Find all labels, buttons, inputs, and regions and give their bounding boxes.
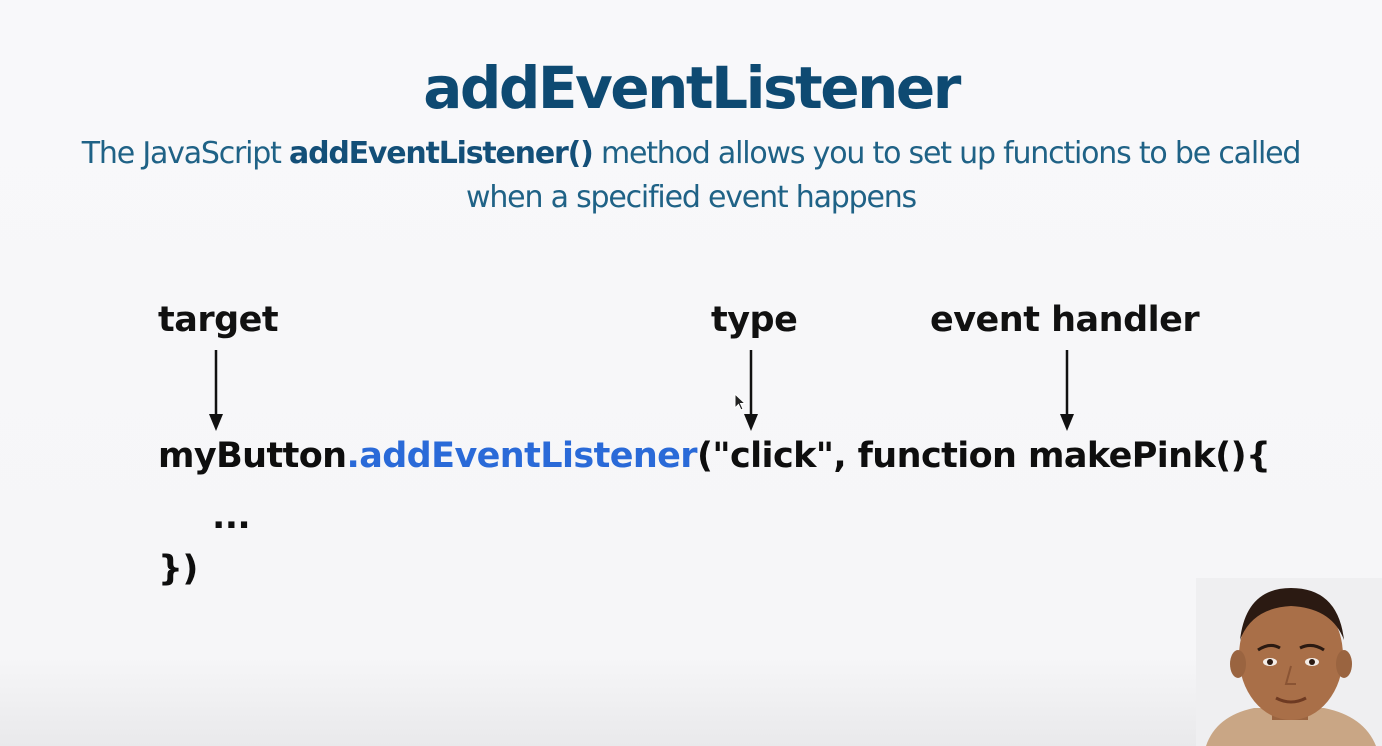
mouse-cursor-icon [734,393,746,411]
code-arguments: ("click", function makePink(){ [696,436,1271,476]
presenter-webcam [1196,578,1382,746]
code-line-1: myButton.addEventListener("click", funct… [158,433,1271,479]
subtitle-prefix: The JavaScript [81,136,290,171]
code-object: myButton [158,436,347,476]
label-event-handler: event handler [930,300,1200,340]
label-target: target [158,300,279,340]
slide-title: addEventListener [423,54,961,122]
subtitle-middle: method allows you to set up functions to… [592,136,1301,171]
down-arrow-icon [744,350,758,431]
subtitle-line-2: when a specified event happens [466,180,917,215]
label-type: type [711,300,798,340]
slide-subtitle: The JavaScript addEventListener() method… [70,132,1312,220]
down-arrow-icon [1060,350,1074,431]
lecture-slide: addEventListener The JavaScript addEvent… [0,0,1382,746]
code-line-3: }) [158,549,198,589]
down-arrow-icon [209,350,223,431]
code-line-2: ... [212,497,251,537]
subtitle-method-name: addEventListener() [289,136,594,171]
code-method: .addEventListener [346,436,698,476]
subtitle-line-1: The JavaScript addEventListener() method… [70,132,1312,176]
